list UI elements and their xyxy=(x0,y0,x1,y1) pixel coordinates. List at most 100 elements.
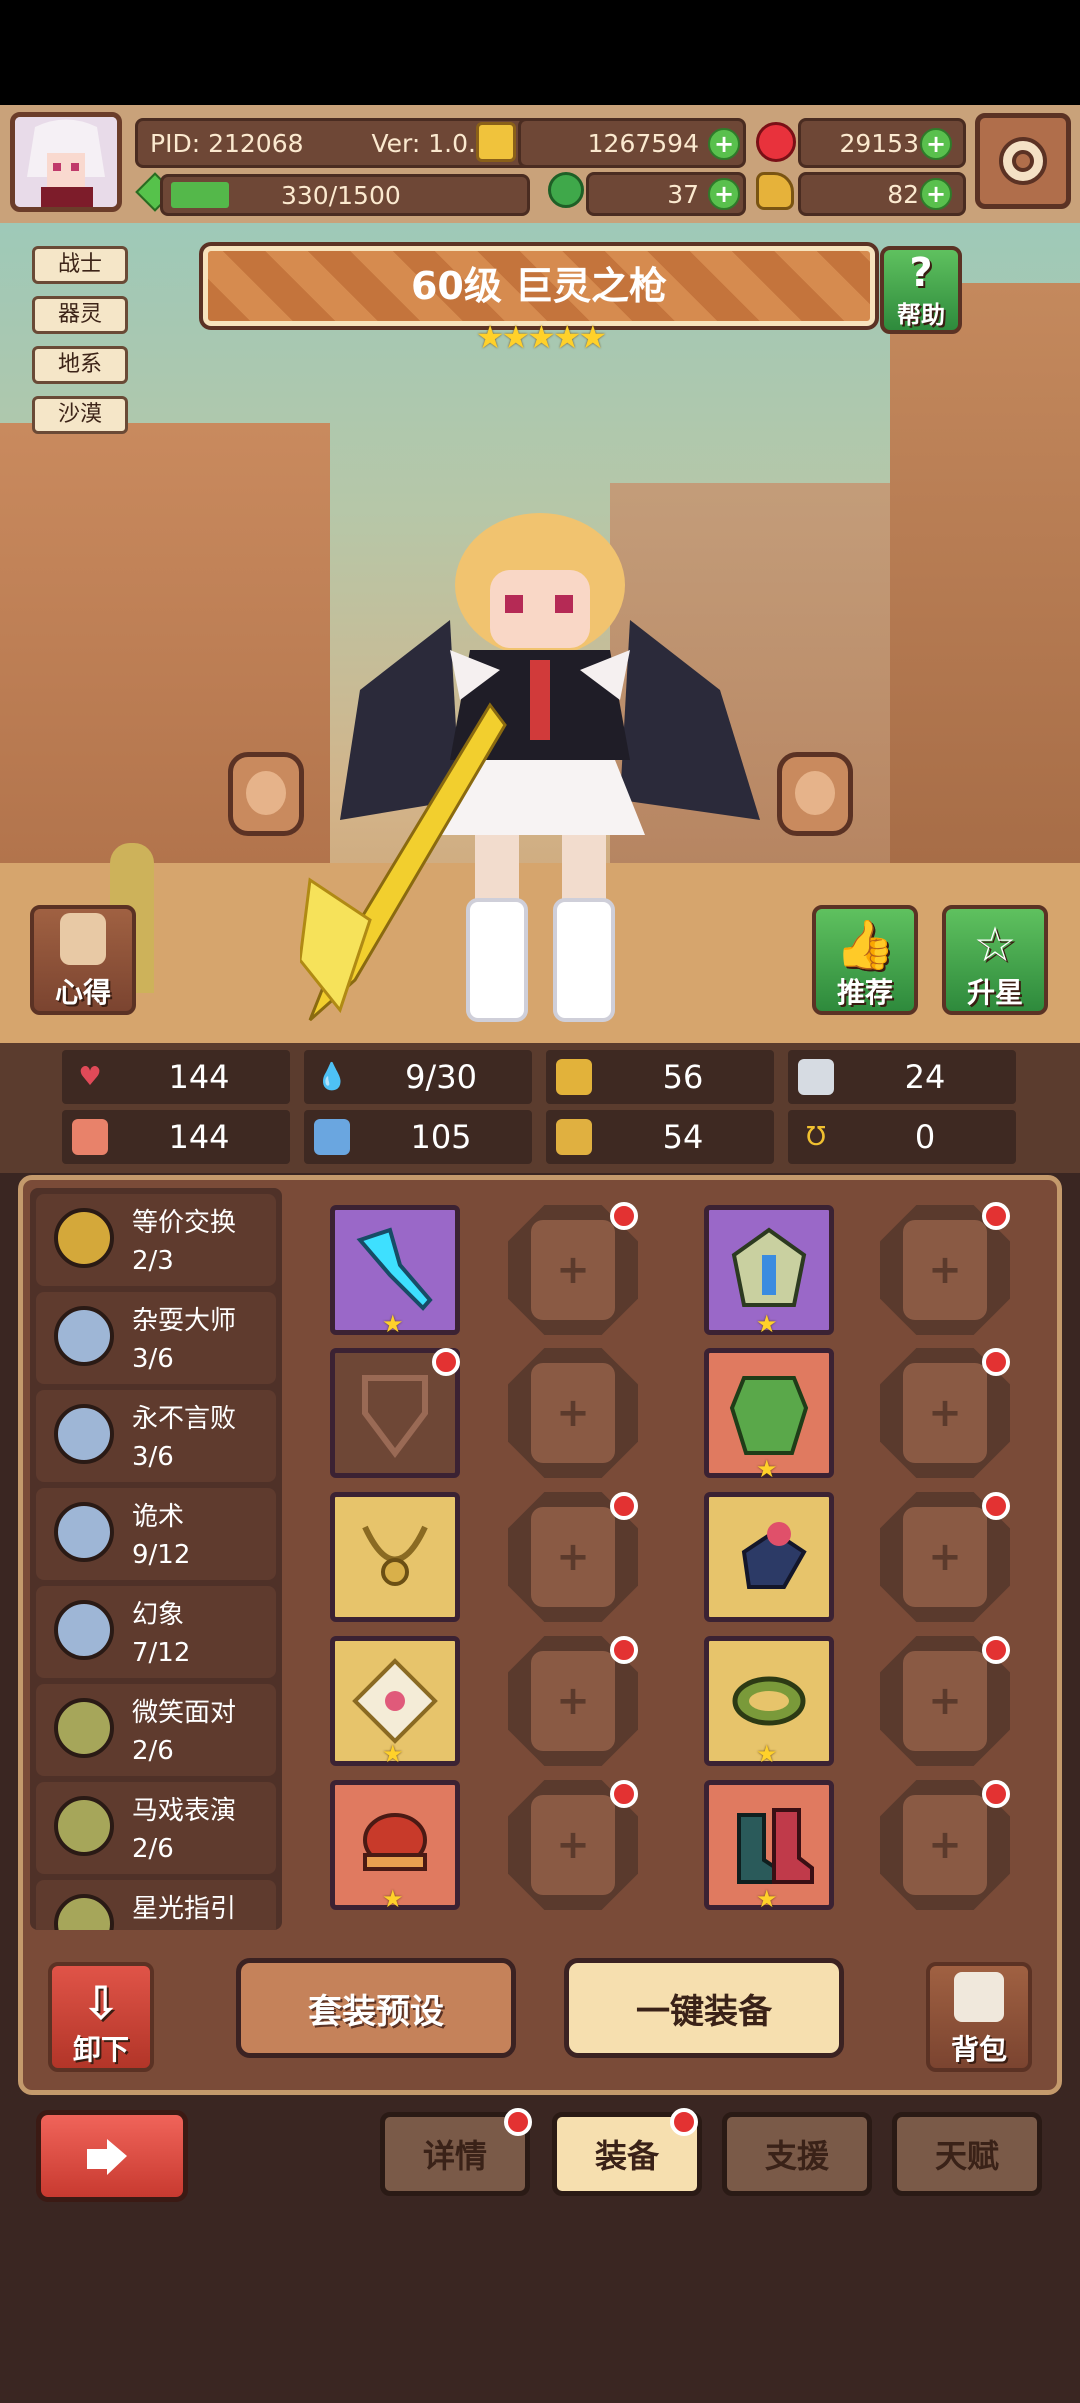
hat-icon xyxy=(363,1813,427,1871)
crystal-icon xyxy=(352,1658,438,1744)
set-progress: 3/6 xyxy=(132,1344,174,1374)
set-name: 杂耍大师 xyxy=(132,1306,237,1336)
star-icon: ★ xyxy=(382,1310,404,1338)
auto-equip-button[interactable]: 一键装备 xyxy=(564,1958,844,2058)
notification-dot xyxy=(982,1202,1010,1230)
tag-warrior[interactable]: 战士 xyxy=(32,246,128,284)
stat-attack-value: 144 xyxy=(168,1118,230,1156)
set-progress: 2/6 xyxy=(132,1736,174,1766)
stat-crit: 54 xyxy=(546,1110,774,1164)
bracelet-icon xyxy=(732,1676,806,1726)
stat-mana: 💧 9/30 xyxy=(304,1050,532,1104)
tag-desert[interactable]: 沙漠 xyxy=(32,396,128,434)
stat-attack: 144 xyxy=(62,1110,290,1164)
set-badge-icon xyxy=(54,1502,114,1562)
necklace-icon xyxy=(362,1525,428,1586)
character-title: 60级 巨灵之枪 xyxy=(199,242,879,330)
tag-spirit[interactable]: 器灵 xyxy=(32,296,128,334)
shield-outline-icon xyxy=(362,1375,428,1458)
previous-hero-button[interactable] xyxy=(228,752,304,836)
back-button[interactable] xyxy=(36,2110,188,2202)
set-badge-icon xyxy=(54,1306,114,1366)
set-name: 幻象 xyxy=(132,1600,185,1630)
boots-icon xyxy=(737,1808,814,1884)
horseshoe-icon: Ʊ xyxy=(806,1122,826,1152)
set-item[interactable]: 杂耍大师 3/6 xyxy=(36,1292,276,1384)
notification-dot xyxy=(432,1348,460,1376)
unequip-label: 卸下 xyxy=(72,2033,129,2066)
stat-crit-value: 54 xyxy=(662,1118,704,1156)
token-value: 82 xyxy=(887,179,919,209)
recommend-button[interactable]: 👍 推荐 xyxy=(812,905,918,1015)
equip-slot-necklace[interactable] xyxy=(330,1492,460,1622)
add-gold-button[interactable]: + xyxy=(708,128,740,160)
stat-defense-value: 56 xyxy=(662,1058,704,1096)
notification-dot xyxy=(610,1202,638,1230)
set-progress: 3/6 xyxy=(132,1442,174,1472)
thumbs-up-icon: 👍 xyxy=(835,917,895,973)
empty-equip-slot[interactable]: + xyxy=(508,1348,638,1478)
set-badge-icon xyxy=(54,1796,114,1856)
stat-luck: Ʊ 0 xyxy=(788,1110,1016,1164)
star-icon: ★ xyxy=(756,1885,778,1913)
notification-dot xyxy=(982,1780,1010,1808)
set-preset-button[interactable]: 套装预设 xyxy=(236,1958,516,2058)
set-item[interactable]: 星光指引 xyxy=(36,1880,276,1930)
gear-icon xyxy=(999,137,1047,185)
star-icon: ★ xyxy=(756,1455,778,1483)
insight-button[interactable]: 心得 xyxy=(30,905,136,1015)
stat-mana-value: 9/30 xyxy=(405,1058,477,1096)
set-name: 微笑面对 xyxy=(132,1698,237,1728)
notification-dot xyxy=(610,1492,638,1520)
backpack-icon xyxy=(954,1972,1004,2022)
droplet-icon: 💧 xyxy=(315,1062,349,1092)
gloves-icon xyxy=(741,1522,807,1589)
add-token-button[interactable]: + xyxy=(920,178,952,210)
set-bonus-list[interactable]: 等价交换 2/3 杂耍大师 3/6 永不言败 3/6 诡术 9/12 幻象 7/… xyxy=(30,1188,282,1930)
stat-defense: 56 xyxy=(546,1050,774,1104)
energy-bar: 330/1500 xyxy=(160,174,530,216)
notification-dot xyxy=(982,1636,1010,1664)
gem-value: 29153 xyxy=(839,128,919,158)
tab-support[interactable]: 支援 xyxy=(722,2112,872,2196)
helm-icon xyxy=(731,1227,807,1307)
tag-earth[interactable]: 地系 xyxy=(32,346,128,384)
equip-slot-gloves[interactable] xyxy=(704,1492,834,1622)
add-clover-button[interactable]: + xyxy=(708,178,740,210)
set-item[interactable]: 微笑面对 2/6 xyxy=(36,1684,276,1776)
set-item[interactable]: 马戏表演 2/6 xyxy=(36,1782,276,1874)
pid-text: PID: 212068 xyxy=(150,128,304,158)
arrow-down-icon: ⇩ xyxy=(81,1976,121,2030)
clover-value: 37 xyxy=(667,179,699,209)
set-item[interactable]: 永不言败 3/6 xyxy=(36,1390,276,1482)
unequip-button[interactable]: ⇩ 卸下 xyxy=(48,1962,154,2072)
gold-value: 1267594 xyxy=(587,128,699,158)
status-bar xyxy=(0,0,1080,105)
settings-button[interactable] xyxy=(975,113,1071,209)
spellbook-icon xyxy=(314,1119,350,1155)
player-avatar[interactable] xyxy=(10,112,122,212)
backpack-label: 背包 xyxy=(950,2033,1007,2066)
add-gem-button[interactable]: + xyxy=(920,128,952,160)
clover-icon xyxy=(548,172,584,208)
heart-icon: ♥ xyxy=(78,1062,102,1092)
star-up-button[interactable]: ☆ 升星 xyxy=(942,905,1048,1015)
wing-icon xyxy=(798,1059,834,1095)
set-badge-icon xyxy=(54,1404,114,1464)
set-item[interactable]: 等价交换 2/3 xyxy=(36,1194,276,1286)
help-button[interactable]: ? 帮助 xyxy=(880,246,962,334)
set-progress: 2/6 xyxy=(132,1834,174,1864)
tab-talent[interactable]: 天赋 xyxy=(892,2112,1042,2196)
hero-character xyxy=(298,500,780,1040)
book-icon xyxy=(60,913,106,965)
set-name: 马戏表演 xyxy=(132,1796,237,1826)
set-badge-icon xyxy=(54,1894,114,1930)
set-item[interactable]: 幻象 7/12 xyxy=(36,1586,276,1678)
notification-dot xyxy=(982,1348,1010,1376)
next-hero-button[interactable] xyxy=(777,752,853,836)
star-icon: ★ xyxy=(382,1740,404,1768)
gem-icon xyxy=(756,122,796,162)
set-item[interactable]: 诡术 9/12 xyxy=(36,1488,276,1580)
notification-dot xyxy=(610,1636,638,1664)
backpack-button[interactable]: 背包 xyxy=(926,1962,1032,2072)
